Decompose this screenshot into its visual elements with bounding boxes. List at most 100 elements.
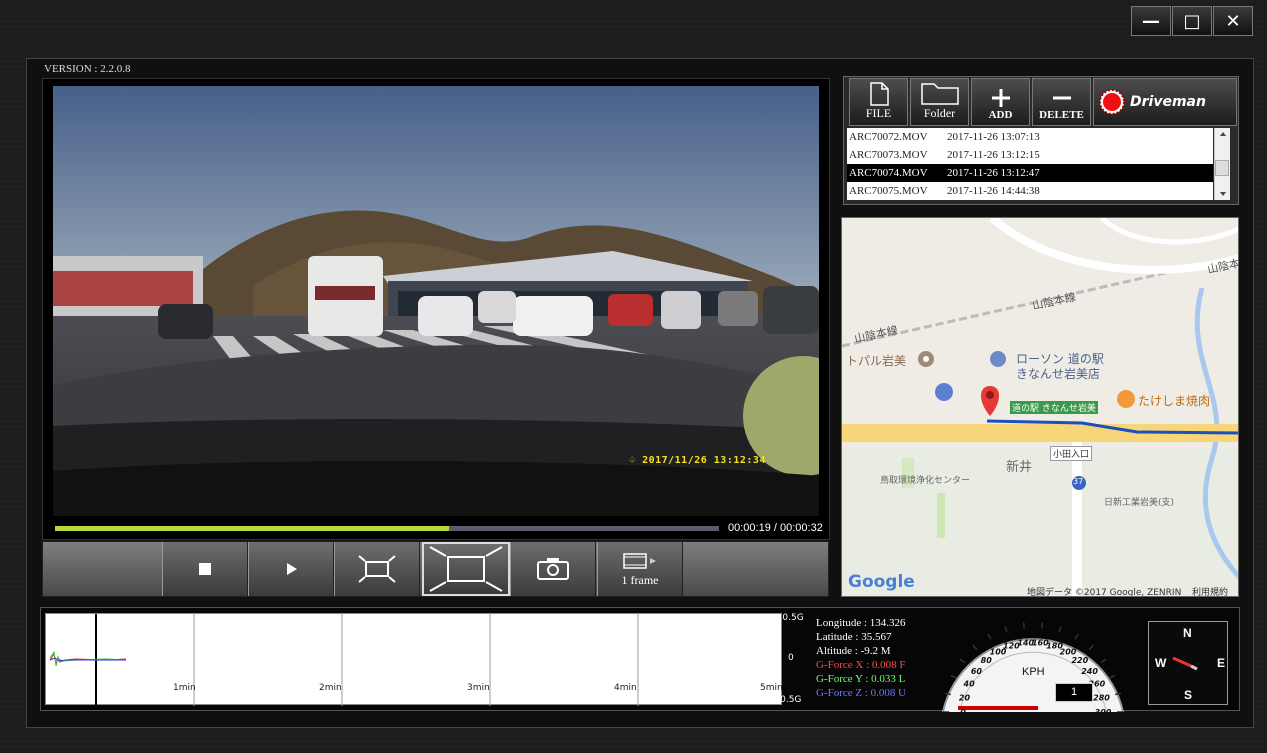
graph-tick-1min: 1min [173,683,196,693]
map-copyright: 地図データ ©2017 Google, ZENRIN [1027,588,1182,597]
file-button[interactable]: FILE [849,78,908,126]
snapshot-button[interactable] [510,542,596,596]
graph-tick-4min: 4min [614,683,637,693]
graph-scale-top: + 0.5G [772,613,804,623]
delete-button-label: DELETE [1039,109,1084,121]
map-label-odairiguchi: 小田入口 [1050,446,1093,461]
graph-tick-3min: 3min [467,683,490,693]
gforce-z-value: G-Force Z : 0.008 U [816,687,907,699]
graph-scale-bottom: - 0.5G [774,695,802,705]
film-frame-icon [623,552,656,569]
map-label-route: 37 [1073,477,1084,486]
speedometer-tick-mark [1022,622,1025,629]
fit-screen-button[interactable] [334,542,420,596]
speedometer-tick-mark [972,644,978,651]
speedometer-tick-mark [959,658,966,664]
map-label-takeshima: たけしま焼肉 [1138,394,1211,408]
speedometer-tick-label: 20 [959,693,971,702]
compass: N S W E [1148,621,1228,705]
speedometer-tick-label: 80 [981,656,993,665]
frame-step-button[interactable]: 1 frame [597,542,683,596]
telemetry-readout: Longitude : 134.326 Latitude : 35.567 Al… [816,616,906,700]
gforce-graph[interactable]: 1min 2min 3min 4min 5min [45,613,783,706]
delete-button[interactable]: DELETE [1032,78,1091,126]
file-row[interactable]: ARC70075.MOV 2017-11-26 14:44:38 [847,182,1213,200]
speedometer-tick-mark [1074,633,1079,640]
longitude-value: Longitude : 134.326 [816,617,906,629]
plus-icon [991,89,1010,107]
compass-needle-icon [1172,656,1198,671]
file-list-scroll-thumb[interactable] [1215,160,1229,176]
driveman-logo-icon [1099,89,1125,115]
minimize-button[interactable]: — [1131,6,1171,36]
speedometer-tick-mark [1058,626,1062,633]
graph-tick-2min: 2min [319,683,342,693]
file-name: ARC70074.MOV [849,167,928,179]
google-logo: Google [848,572,915,592]
speedometer-tick-label: 60 [971,667,983,676]
play-button[interactable] [248,542,334,596]
speedometer-tick-mark [1109,674,1116,679]
graph-tick-5min: 5min [760,683,783,693]
osd-timestamp-text: 2017/11/26 13:12:34 [642,455,766,466]
maximize-button[interactable]: □ [1172,6,1212,36]
map-label-nisshin: 日新工業岩美(支) [1104,498,1175,508]
file-row[interactable]: ARC70072.MOV 2017-11-26 13:07:13 [847,128,1213,146]
speedometer-tick-label: 220 [1071,656,1088,665]
map-label-toparu: トパル岩美 [846,354,907,368]
driveman-logo-text: Driveman [1130,94,1206,110]
graph-scale-mid: 0 [788,653,794,663]
add-button[interactable]: ADD [971,78,1030,126]
folder-button[interactable]: Folder [910,78,969,126]
speedometer-tick-label: 0 [960,708,966,712]
file-date: 2017-11-26 13:12:47 [947,167,1040,179]
map-terms-link[interactable]: 利用規約 [1192,585,1228,596]
file-name: ARC70075.MOV [849,185,928,197]
file-date: 2017-11-26 14:44:38 [947,185,1040,197]
map-label-lawson-2: きなんせ岩美店 [1016,367,1101,381]
speedometer-tick-label: 300 [1095,708,1112,712]
speed-value: 1 [1055,683,1093,702]
speed-unit: KPH [1022,666,1045,678]
seek-bar-fill [55,526,450,531]
speedometer-tick-mark [1088,644,1094,651]
osd-timestamp: ♤ 2017/11/26 13:12:34 [629,455,766,466]
speedometer-tick-mark [1004,626,1008,633]
file-button-label: FILE [865,106,892,120]
fullscreen-icon [429,546,503,592]
video-player[interactable]: ♤ 2017/11/26 13:12:34 [42,78,830,540]
file-date: 2017-11-26 13:07:13 [947,131,1040,143]
file-row[interactable]: ARC70073.MOV 2017-11-26 13:12:15 [847,146,1213,164]
stop-icon [199,563,211,575]
gps-icon: ♤ [629,455,636,466]
speedometer-tick-label: 240 [1081,667,1098,676]
stop-button[interactable] [162,542,248,596]
file-name: ARC70072.MOV [849,131,928,143]
latitude-value: Latitude : 35.567 [816,631,892,643]
seek-bar[interactable] [55,526,719,531]
speedometer-dial: 0204060801001201401601802002202402602803… [942,622,1124,717]
folder-icon [920,83,959,105]
version-label: VERSION : 2.2.0.8 [44,63,131,75]
add-button-label: ADD [988,109,1013,121]
file-date: 2017-11-26 13:12:15 [947,149,1040,161]
speedometer-tick-label: 40 [963,680,976,689]
altitude-value: Altitude : -9.2 M [816,645,891,657]
file-name: ARC70073.MOV [849,149,928,161]
fullscreen-button[interactable] [422,542,510,596]
frame-step-label: 1 frame [621,572,659,587]
speedometer-tick-mark [1100,658,1107,664]
map-view[interactable]: 山陰本線 山陰本線 山陰本 トパル岩美 ローソン 道の駅 きなんせ岩美店 たけし… [841,217,1239,597]
time-readout: 00:00:19 / 00:00:32 [728,522,823,534]
gforce-y-value: G-Force Y : 0.033 L [816,673,906,685]
file-list[interactable]: ARC70072.MOV 2017-11-26 13:07:13 ARC70073.… [847,128,1213,200]
speedometer: 0204060801001201401601802002202402602803… [938,608,1128,717]
speedometer-tick-mark [950,674,957,679]
close-button[interactable]: ✕ [1213,6,1253,36]
video-frame [53,86,819,516]
map-label-station: 道の駅 きなんせ岩美 [1010,401,1098,414]
camera-icon [537,558,569,580]
map-label-arai: 新井 [1006,460,1033,475]
speedometer-tick-mark [987,633,992,640]
file-row[interactable]: ARC70074.MOV 2017-11-26 13:12:47 [847,164,1213,182]
